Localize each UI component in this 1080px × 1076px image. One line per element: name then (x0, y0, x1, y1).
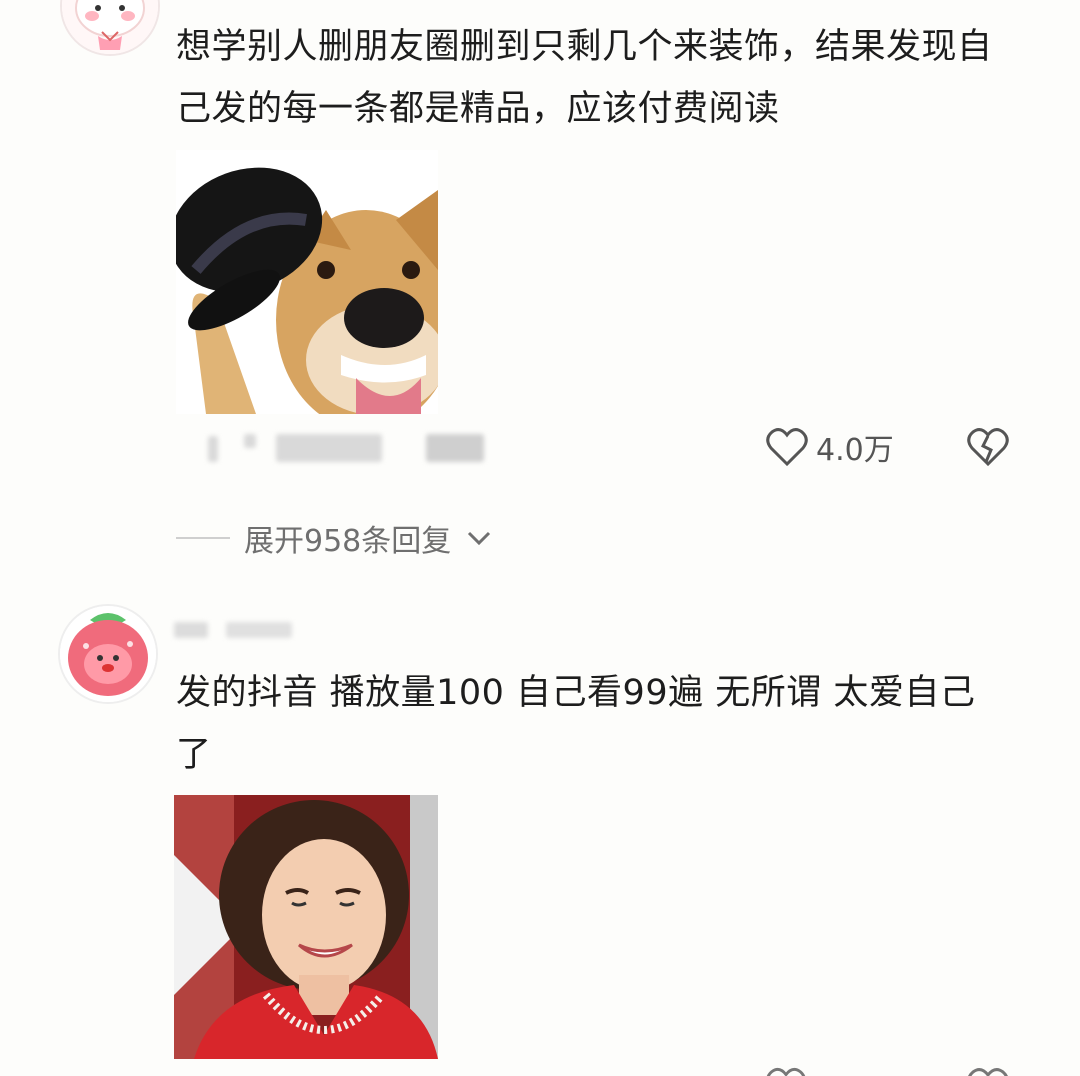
bunny-avatar-icon (62, 0, 158, 54)
divider-line (176, 537, 230, 539)
chevron-down-icon (468, 531, 491, 546)
comment-text: 想学别人删朋友圈删到只剩几个来装饰，结果发现自己发的每一条都是精品，应该付费阅读 (176, 27, 993, 129)
expand-replies-label: 展开958条回复 (244, 524, 452, 559)
laughing-woman-meme-icon (174, 795, 438, 1059)
heart-icon (766, 1068, 806, 1076)
broken-heart-icon (967, 428, 1009, 467)
expand-replies-button[interactable]: 展开958条回复 (176, 516, 493, 560)
like-button[interactable]: 4.0万 (766, 424, 894, 470)
username[interactable] (174, 620, 294, 640)
like-button[interactable] (766, 1066, 806, 1076)
like-count: 4.0万 (816, 433, 894, 468)
dislike-button[interactable] (966, 1066, 1010, 1076)
dislike-button[interactable] (966, 426, 1010, 468)
avatar[interactable] (60, 0, 160, 56)
comment-text: 发的抖音 播放量100 自己看99遍 无所谓 太爱自己了 (176, 673, 976, 775)
heart-icon (766, 428, 808, 467)
avatar[interactable] (58, 604, 158, 704)
comment-image[interactable] (176, 150, 438, 414)
dog-tipping-hat-meme-icon (176, 150, 438, 414)
meta-info (176, 430, 496, 466)
broken-heart-icon (968, 1068, 1008, 1076)
strawberry-avatar-icon (60, 606, 156, 702)
comment-image[interactable] (174, 795, 438, 1059)
